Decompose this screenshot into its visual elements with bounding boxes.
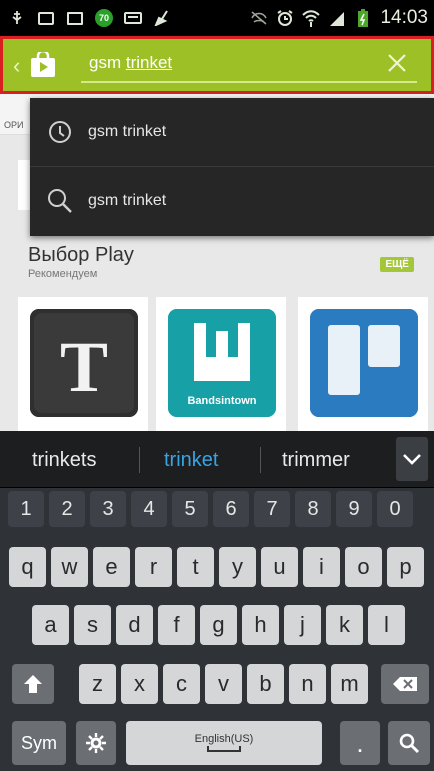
search-input-underline — [81, 81, 417, 83]
search-icon — [399, 733, 420, 754]
alarm-icon — [276, 10, 294, 26]
key-a[interactable]: a — [32, 605, 69, 645]
search-input[interactable]: gsm trinket — [89, 53, 172, 73]
key-5[interactable]: 5 — [172, 491, 208, 527]
prediction-3[interactable]: trimmer — [282, 449, 350, 472]
app-card-bandsintown[interactable]: Bandsintown — [156, 297, 286, 431]
key-8[interactable]: 8 — [295, 491, 331, 527]
key-o[interactable]: o — [345, 547, 382, 587]
section-title: Выбор Play — [28, 244, 134, 266]
key-j[interactable]: j — [284, 605, 321, 645]
key-c[interactable]: c — [163, 664, 200, 704]
broom-icon — [153, 10, 171, 26]
clock-time: 14:03 — [380, 7, 428, 28]
backspace-key[interactable] — [381, 664, 429, 704]
key-7[interactable]: 7 — [254, 491, 290, 527]
status-bar: 70 14:03 — [0, 0, 434, 36]
box-icon — [66, 10, 84, 26]
soft-keyboard: trinkets trinket trimmer Sym English(US)… — [0, 431, 434, 771]
app-card-trello[interactable] — [298, 297, 428, 431]
chevron-down-icon — [403, 454, 421, 465]
nytimes-glyph: T — [60, 327, 108, 407]
badge-70-icon: 70 — [95, 9, 113, 27]
silent-icon — [250, 10, 268, 26]
period-key[interactable]: . — [340, 721, 380, 765]
suggestion-text: gsm trinket — [88, 123, 167, 140]
space-bar-icon — [207, 746, 241, 752]
app-card-nytimes[interactable]: T — [18, 297, 148, 431]
bandsintown-label: Bandsintown — [187, 395, 257, 407]
key-g[interactable]: g — [200, 605, 237, 645]
search-key[interactable] — [388, 721, 430, 765]
prediction-bar: trinkets trinket trimmer — [0, 431, 434, 488]
key-v[interactable]: v — [205, 664, 242, 704]
key-e[interactable]: e — [93, 547, 130, 587]
key-i[interactable]: i — [303, 547, 340, 587]
space-key[interactable]: English(US) — [126, 721, 322, 765]
key-w[interactable]: w — [51, 547, 88, 587]
key-6[interactable]: 6 — [213, 491, 249, 527]
key-m[interactable]: m — [331, 664, 368, 704]
battery-icon — [354, 9, 372, 27]
key-n[interactable]: n — [289, 664, 326, 704]
key-9[interactable]: 9 — [336, 491, 372, 527]
prediction-divider — [139, 447, 140, 473]
usb-icon — [8, 10, 26, 26]
suggestion-text: gsm trinket — [88, 192, 167, 209]
search-query-word: trinket — [125, 53, 173, 72]
search-suggestions: gsm trinket gsm trinket — [30, 98, 434, 236]
key-k[interactable]: k — [326, 605, 363, 645]
search-icon — [46, 187, 74, 215]
settings-key[interactable] — [76, 721, 116, 765]
space-language-label: English(US) — [194, 733, 254, 745]
key-b[interactable]: b — [247, 664, 284, 704]
key-x[interactable]: x — [121, 664, 158, 704]
key-d[interactable]: d — [116, 605, 153, 645]
shift-arrow-icon — [24, 675, 42, 693]
key-t[interactable]: t — [177, 547, 214, 587]
key-h[interactable]: h — [242, 605, 279, 645]
bandsintown-app-icon: Bandsintown — [168, 309, 276, 417]
key-2[interactable]: 2 — [49, 491, 85, 527]
backspace-icon — [393, 677, 417, 691]
key-f[interactable]: f — [158, 605, 195, 645]
key-z[interactable]: z — [79, 664, 116, 704]
key-l[interactable]: l — [368, 605, 405, 645]
period-label: . — [356, 727, 364, 758]
key-u[interactable]: u — [261, 547, 298, 587]
suggestion-search[interactable]: gsm trinket — [30, 167, 434, 235]
more-button[interactable]: ЕЩЁ — [380, 257, 414, 272]
trello-app-icon — [310, 309, 418, 417]
gear-icon — [86, 733, 106, 753]
key-r[interactable]: r — [135, 547, 172, 587]
key-1[interactable]: 1 — [8, 491, 44, 527]
section-subtitle: Рекомендуем — [28, 268, 98, 280]
prediction-1[interactable]: trinkets — [32, 449, 96, 472]
back-chevron-icon[interactable]: ‹ — [13, 55, 20, 77]
clear-search-icon[interactable] — [383, 49, 411, 77]
prediction-2[interactable]: trinket — [164, 449, 218, 472]
suggestion-history[interactable]: gsm trinket — [30, 98, 434, 166]
search-action-bar: ‹ gsm trinket — [0, 36, 434, 94]
search-query-prefix: gsm — [89, 53, 126, 72]
key-4[interactable]: 4 — [131, 491, 167, 527]
sym-key[interactable]: Sym — [12, 721, 66, 765]
prediction-divider — [260, 447, 261, 473]
key-q[interactable]: q — [9, 547, 46, 587]
shift-key[interactable] — [12, 664, 54, 704]
play-store-icon[interactable] — [29, 49, 57, 78]
wifi-icon — [302, 10, 321, 27]
tab-label-fragment[interactable]: ОРИ — [4, 120, 23, 130]
nytimes-app-icon: T — [30, 309, 138, 417]
history-clock-icon — [46, 118, 74, 146]
image-icon — [37, 10, 55, 26]
message-icon — [124, 10, 142, 26]
key-0[interactable]: 0 — [377, 491, 413, 527]
key-y[interactable]: y — [219, 547, 256, 587]
key-p[interactable]: p — [387, 547, 424, 587]
collapse-keyboard-button[interactable] — [396, 437, 428, 481]
key-s[interactable]: s — [74, 605, 111, 645]
signal-icon — [328, 10, 346, 26]
key-3[interactable]: 3 — [90, 491, 126, 527]
